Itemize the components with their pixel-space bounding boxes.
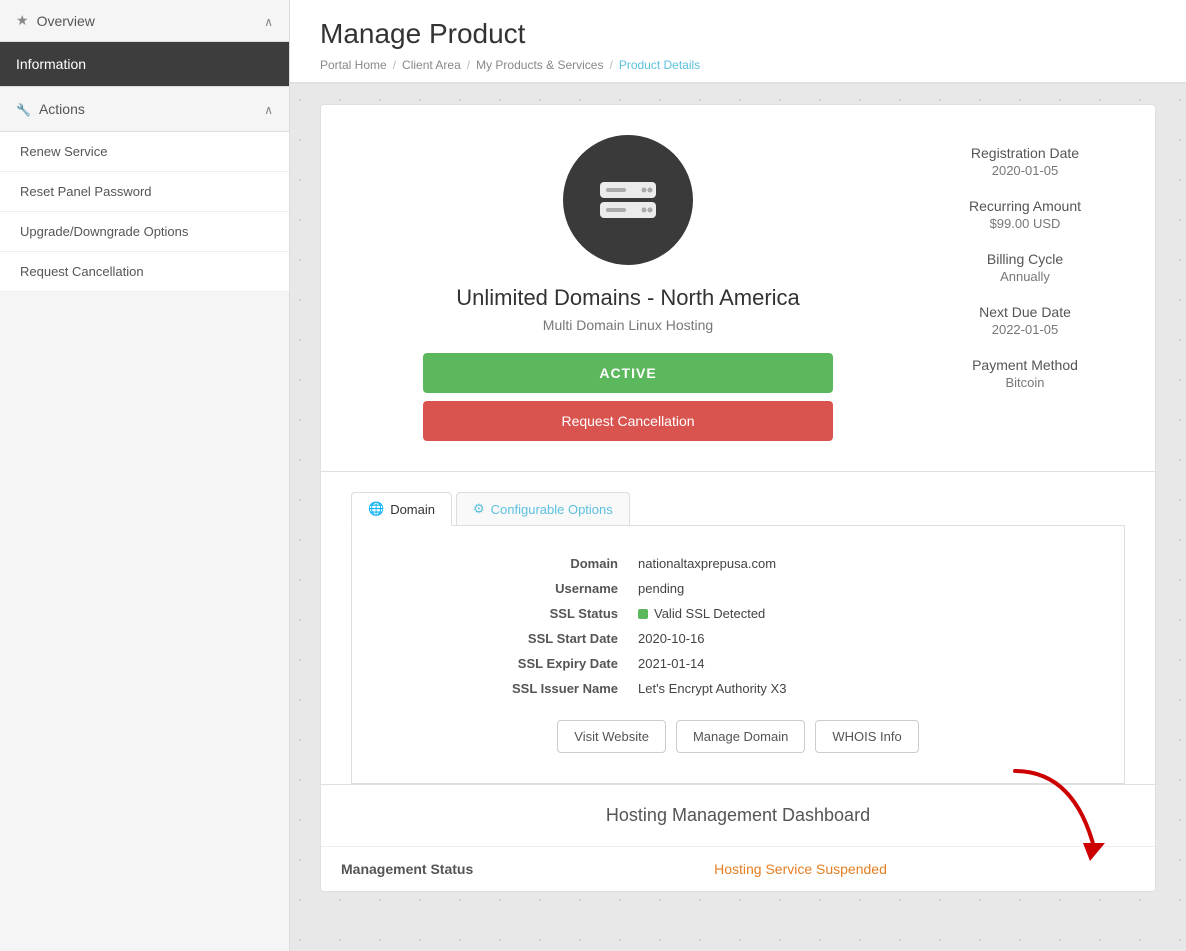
tabs: Domain Configurable Options bbox=[351, 492, 1125, 525]
domain-action-buttons: Visit Website Manage Domain WHOIS Info bbox=[382, 720, 1094, 753]
sidebar-renew-service[interactable]: Renew Service bbox=[0, 132, 289, 172]
payment-method-row: Payment Method Bitcoin bbox=[972, 357, 1078, 390]
ssl-status-label: SSL Status bbox=[438, 606, 618, 621]
domain-row: Domain nationaltaxprepusa.com bbox=[438, 556, 1038, 571]
server-svg-icon bbox=[598, 180, 658, 220]
sidebar-upgrade-downgrade[interactable]: Upgrade/Downgrade Options bbox=[0, 212, 289, 252]
domain-details-grid: Domain nationaltaxprepusa.com Username p… bbox=[438, 556, 1038, 696]
page-title: Manage Product bbox=[320, 18, 1156, 50]
tabs-section: Domain Configurable Options Domain natio… bbox=[321, 471, 1155, 784]
recurring-amount-label: Recurring Amount bbox=[969, 198, 1081, 214]
ssl-status-dot bbox=[638, 609, 648, 619]
next-due-date-value: 2022-01-05 bbox=[979, 322, 1071, 337]
hosting-management-table: Management Status Hosting Service Suspen… bbox=[321, 846, 1155, 891]
chevron-up-icon bbox=[264, 13, 273, 29]
breadcrumb-product-details: Product Details bbox=[619, 58, 700, 72]
ssl-issuer-row: SSL Issuer Name Let's Encrypt Authority … bbox=[438, 681, 1038, 696]
main-content: Manage Product Portal Home / Client Area… bbox=[290, 0, 1186, 951]
chevron-up-icon-actions bbox=[264, 101, 273, 117]
billing-cycle-label: Billing Cycle bbox=[987, 251, 1063, 267]
tab-content-domain: Domain nationaltaxprepusa.com Username p… bbox=[351, 525, 1125, 784]
ssl-issuer-label: SSL Issuer Name bbox=[438, 681, 618, 696]
payment-method-value: Bitcoin bbox=[972, 375, 1078, 390]
sidebar-overview[interactable]: Overview bbox=[0, 0, 289, 42]
wrench-icon bbox=[16, 101, 31, 117]
sidebar-actions-label: Actions bbox=[39, 101, 85, 117]
domain-value: nationaltaxprepusa.com bbox=[638, 556, 1038, 571]
ssl-status-value: Valid SSL Detected bbox=[638, 606, 1038, 621]
ssl-start-date-label: SSL Start Date bbox=[438, 631, 618, 646]
registration-date-label: Registration Date bbox=[971, 145, 1079, 161]
content-area: Unlimited Domains - North America Multi … bbox=[290, 84, 1186, 912]
whois-info-button[interactable]: WHOIS Info bbox=[815, 720, 918, 753]
breadcrumb-portal-home[interactable]: Portal Home bbox=[320, 58, 387, 72]
star-icon bbox=[16, 12, 29, 29]
config-icon bbox=[473, 501, 485, 517]
product-card: Unlimited Domains - North America Multi … bbox=[320, 104, 1156, 892]
manage-domain-button[interactable]: Manage Domain bbox=[676, 720, 805, 753]
product-info-center: Unlimited Domains - North America Multi … bbox=[351, 135, 905, 441]
ssl-issuer-value: Let's Encrypt Authority X3 bbox=[638, 681, 1038, 696]
globe-icon bbox=[368, 501, 384, 517]
sidebar-information[interactable]: Information bbox=[0, 42, 289, 86]
hosting-management-section: Hosting Management Dashboard Management … bbox=[321, 784, 1155, 891]
page-header: Manage Product Portal Home / Client Area… bbox=[290, 0, 1186, 84]
product-subtitle: Multi Domain Linux Hosting bbox=[543, 317, 713, 333]
tab-configurable-options[interactable]: Configurable Options bbox=[456, 492, 630, 525]
active-button[interactable]: ACTIVE bbox=[423, 353, 833, 393]
tab-domain[interactable]: Domain bbox=[351, 492, 452, 526]
sidebar: Overview Information Actions Renew Servi… bbox=[0, 0, 290, 951]
billing-cycle-row: Billing Cycle Annually bbox=[987, 251, 1063, 284]
ssl-start-date-value: 2020-10-16 bbox=[638, 631, 1038, 646]
ssl-status-row: SSL Status Valid SSL Detected bbox=[438, 606, 1038, 621]
next-due-date-row: Next Due Date 2022-01-05 bbox=[979, 304, 1071, 337]
recurring-amount-row: Recurring Amount $99.00 USD bbox=[969, 198, 1081, 231]
username-value: pending bbox=[638, 581, 1038, 596]
registration-date-row: Registration Date 2020-01-05 bbox=[971, 145, 1079, 178]
sidebar-request-cancellation[interactable]: Request Cancellation bbox=[0, 252, 289, 292]
sidebar-actions-header[interactable]: Actions bbox=[0, 86, 289, 132]
payment-method-label: Payment Method bbox=[972, 357, 1078, 373]
domain-label: Domain bbox=[438, 556, 618, 571]
username-label: Username bbox=[438, 581, 618, 596]
username-row: Username pending bbox=[438, 581, 1038, 596]
breadcrumb-client-area[interactable]: Client Area bbox=[402, 58, 461, 72]
next-due-date-label: Next Due Date bbox=[979, 304, 1071, 320]
product-icon bbox=[563, 135, 693, 265]
sidebar-overview-label: Overview bbox=[37, 13, 95, 29]
product-name: Unlimited Domains - North America bbox=[456, 285, 800, 311]
request-cancellation-button[interactable]: Request Cancellation bbox=[423, 401, 833, 441]
breadcrumb: Portal Home / Client Area / My Products … bbox=[320, 58, 1156, 72]
management-status-value: Hosting Service Suspended bbox=[694, 847, 1155, 892]
ssl-start-date-row: SSL Start Date 2020-10-16 bbox=[438, 631, 1038, 646]
ssl-expiry-date-row: SSL Expiry Date 2021-01-14 bbox=[438, 656, 1038, 671]
sidebar-reset-panel-password[interactable]: Reset Panel Password bbox=[0, 172, 289, 212]
product-top: Unlimited Domains - North America Multi … bbox=[321, 105, 1155, 471]
ssl-expiry-date-value: 2021-01-14 bbox=[638, 656, 1038, 671]
sidebar-information-label: Information bbox=[16, 56, 86, 72]
billing-cycle-value: Annually bbox=[987, 269, 1063, 284]
management-status-label: Management Status bbox=[321, 847, 694, 892]
management-status-row: Management Status Hosting Service Suspen… bbox=[321, 847, 1155, 892]
visit-website-button[interactable]: Visit Website bbox=[557, 720, 666, 753]
hosting-management-title: Hosting Management Dashboard bbox=[321, 785, 1155, 846]
ssl-expiry-date-label: SSL Expiry Date bbox=[438, 656, 618, 671]
registration-date-value: 2020-01-05 bbox=[971, 163, 1079, 178]
recurring-amount-value: $99.00 USD bbox=[969, 216, 1081, 231]
product-meta: Registration Date 2020-01-05 Recurring A… bbox=[925, 135, 1125, 441]
breadcrumb-products-services[interactable]: My Products & Services bbox=[476, 58, 603, 72]
